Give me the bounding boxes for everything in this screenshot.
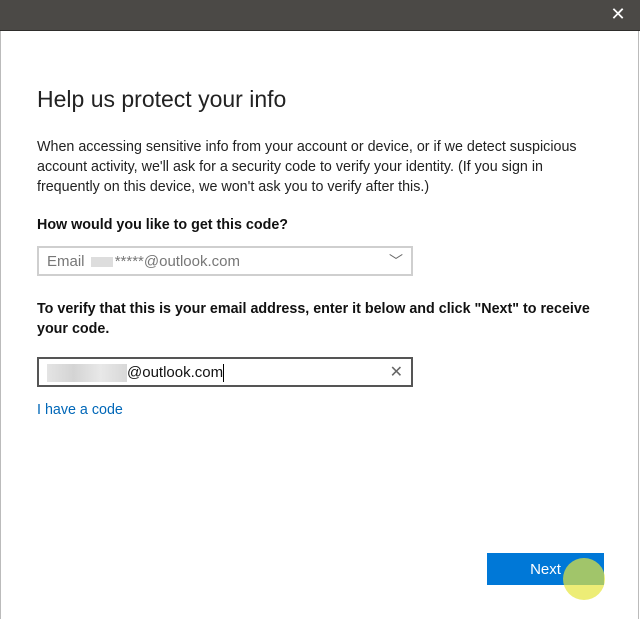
close-icon[interactable]: ✕ (608, 4, 628, 25)
cursor-highlight (563, 558, 605, 600)
text-caret (223, 364, 225, 383)
redacted-text (90, 257, 113, 268)
email-field[interactable]: @outlook.com ✕ (37, 357, 413, 387)
chevron-down-icon: ﹀ (389, 253, 403, 269)
method-question: How would you like to get this code? (37, 217, 288, 233)
method-select[interactable]: Email *****@outlook.com ﹀ (37, 246, 413, 276)
verify-prompt: To verify that this is your email addres… (37, 301, 590, 337)
email-value: @outlook.com (127, 364, 224, 381)
clear-icon[interactable]: ✕ (390, 362, 403, 382)
page-title: Help us protect your info (37, 86, 287, 112)
select-prefix: Email (47, 253, 85, 270)
have-code-link[interactable]: I have a code (37, 402, 123, 418)
title-bar: ✕ (0, 0, 640, 31)
select-value: *****@outlook.com (114, 253, 240, 270)
description: When accessing sensitive info from your … (37, 139, 577, 195)
redacted-text (47, 364, 127, 383)
